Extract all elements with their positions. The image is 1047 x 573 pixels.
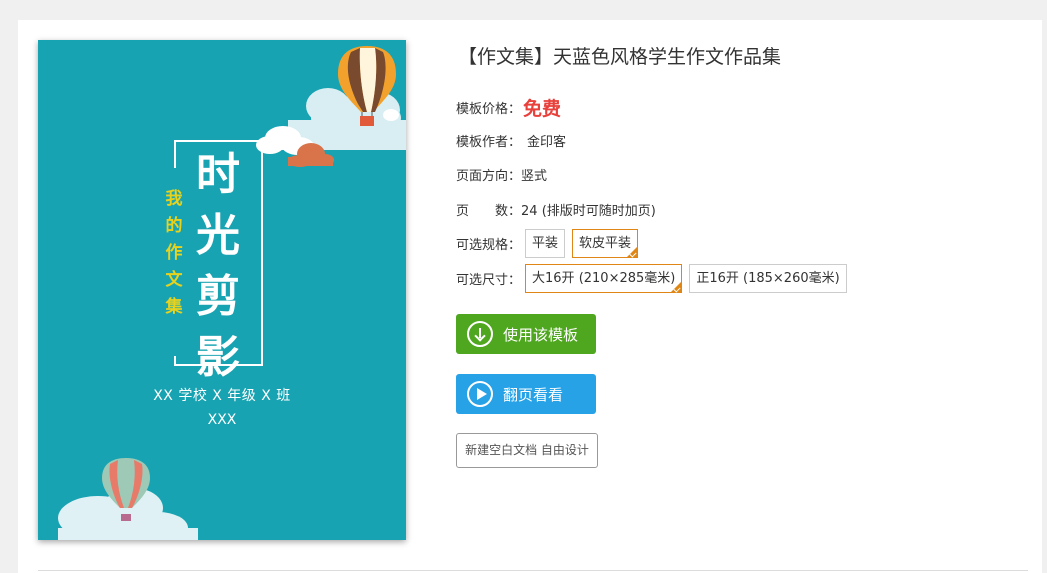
cover-title-char: 剪 (196, 271, 240, 322)
cover-subtitle: 我 的 作 文 集 (161, 186, 187, 321)
price-value: 免费 (523, 98, 562, 120)
cover-title-char: 时 (196, 149, 240, 200)
orientation-value: 竖式 (521, 169, 548, 184)
size-label: 可选尺寸： (456, 273, 522, 288)
spec-option-paperback[interactable]: 平装 (525, 229, 566, 258)
cover-school-line: XX 学校 X 年级 X 班 (153, 388, 291, 404)
cover-subtitle-char: 文 (165, 270, 183, 290)
new-blank-document-button[interactable]: 新建空白文档 自由设计 (456, 433, 598, 468)
download-arrow-icon (467, 321, 493, 347)
use-template-label: 使用该模板 (503, 325, 579, 344)
cover-subtitle-char: 我 (165, 189, 183, 209)
cover-subtitle-char: 集 (165, 297, 183, 317)
pages-value: 24 (排版时可随时加页) (521, 204, 656, 219)
spec-row: 可选规格： 平装 软皮平装 (456, 229, 645, 258)
flip-view-label: 翻页看看 (503, 385, 564, 404)
template-cover-preview[interactable]: 时 光 剪 影 我 的 作 文 集 XX 学校 X 年级 X 班 XXX (38, 40, 406, 540)
cover-title-char: 影 (196, 332, 240, 383)
size-option-label: 大16开 (210×285毫米) (532, 271, 676, 286)
template-title: 【作文集】天蓝色风格学生作文作品集 (458, 46, 782, 68)
bottom-divider (38, 570, 1028, 571)
cover-author-line: XXX (207, 412, 237, 428)
price-label: 模板价格： (456, 102, 522, 117)
size-option-standard-16k[interactable]: 正16开 (185×260毫米) (689, 264, 847, 293)
size-row: 可选尺寸： 大16开 (210×285毫米) 正16开 (185×260毫米) (456, 264, 854, 293)
spec-option-label: 软皮平装 (579, 236, 632, 251)
spec-label: 可选规格： (456, 238, 522, 253)
cover-subtitle-char: 作 (165, 243, 183, 263)
author-row: 模板作者： 金印客 (456, 131, 566, 150)
pages-label: 页 数： (456, 204, 522, 219)
spec-option-label: 平装 (532, 236, 559, 251)
use-template-button[interactable]: 使用该模板 (456, 314, 596, 354)
price-row: 模板价格： 免费 (456, 94, 561, 121)
selected-check-icon (629, 250, 637, 258)
cover-title-char: 光 (196, 210, 240, 261)
size-option-large-16k[interactable]: 大16开 (210×285毫米) (525, 264, 683, 293)
selected-check-icon (673, 285, 681, 293)
orientation-label: 页面方向： (456, 169, 522, 184)
orientation-row: 页面方向： 竖式 (456, 165, 547, 184)
spec-option-soft-cover[interactable]: 软皮平装 (572, 229, 639, 258)
author-label: 模板作者： (456, 135, 522, 150)
size-option-label: 正16开 (185×260毫米) (696, 271, 840, 286)
cover-subtitle-char: 的 (165, 216, 183, 236)
author-value: 金印客 (527, 135, 567, 150)
flip-view-button[interactable]: 翻页看看 (456, 374, 596, 414)
play-icon (467, 381, 493, 407)
cover-main-title: 时 光 剪 影 (188, 144, 248, 388)
pages-row: 页 数： 24 (排版时可随时加页) (456, 200, 656, 219)
